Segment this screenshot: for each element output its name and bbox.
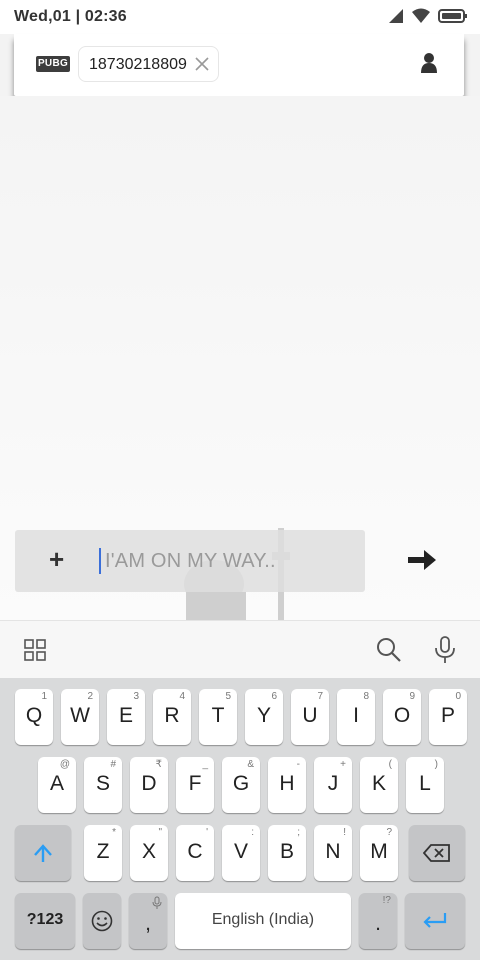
- space-key[interactable]: English (India): [175, 893, 351, 949]
- key-y[interactable]: 6Y: [245, 689, 283, 745]
- comma-key[interactable]: ,: [129, 893, 167, 949]
- mic-hint-icon: [152, 896, 162, 909]
- pubg-logo: PUBG: [36, 56, 70, 72]
- keyboard: 1Q 2W 3E 4R 5T 6Y 7U 8I 9O 0P @ A # S ₹ D _…: [0, 678, 480, 960]
- microphone-icon[interactable]: [434, 636, 456, 664]
- key-s[interactable]: # S: [84, 757, 122, 813]
- key-p[interactable]: 0P: [429, 689, 467, 745]
- shift-arrow-icon: [34, 844, 52, 862]
- signal-icon: [389, 9, 403, 23]
- send-arrow-icon[interactable]: [406, 547, 438, 573]
- key-c[interactable]: ' C: [176, 825, 214, 881]
- key-k[interactable]: (K: [360, 757, 398, 813]
- key-w[interactable]: 2W: [61, 689, 99, 745]
- key-r[interactable]: 4R: [153, 689, 191, 745]
- shift-key[interactable]: [15, 825, 71, 881]
- key-i[interactable]: 8I: [337, 689, 375, 745]
- key-n[interactable]: ! N: [314, 825, 352, 881]
- close-icon[interactable]: [194, 56, 210, 72]
- key-m[interactable]: ? M: [360, 825, 398, 881]
- recipient-chip-label: 18730218809: [89, 56, 187, 73]
- key-d[interactable]: ₹ D: [130, 757, 168, 813]
- backspace-key[interactable]: [409, 825, 465, 881]
- battery-icon: [438, 9, 467, 23]
- message-compose-bar: + I'AM ON MY WAY..: [15, 530, 365, 592]
- keyboard-toolbar: [0, 620, 480, 678]
- key-o[interactable]: 9O: [383, 689, 421, 745]
- key-t[interactable]: 5T: [199, 689, 237, 745]
- enter-icon: [423, 913, 447, 928]
- key-f[interactable]: _ F: [176, 757, 214, 813]
- text-cursor: [99, 548, 101, 574]
- apps-grid-icon[interactable]: [24, 639, 46, 661]
- add-button[interactable]: +: [49, 546, 64, 572]
- app-header: PUBG 18730218809: [14, 34, 464, 96]
- key-e[interactable]: 3E: [107, 689, 145, 745]
- wifi-icon: [412, 8, 430, 23]
- symbols-key[interactable]: ?123: [15, 893, 75, 949]
- emoji-key[interactable]: [83, 893, 121, 949]
- key-l[interactable]: ) L: [406, 757, 444, 813]
- key-a[interactable]: @ A: [38, 757, 76, 813]
- message-input[interactable]: I'AM ON MY WAY..: [105, 550, 276, 573]
- key-b[interactable]: ; B: [268, 825, 306, 881]
- key-v[interactable]: :V: [222, 825, 260, 881]
- key-j[interactable]: + J: [314, 757, 352, 813]
- search-icon[interactable]: [376, 637, 402, 663]
- backspace-icon: [423, 844, 450, 862]
- smiley-icon: [91, 910, 113, 932]
- profile-icon[interactable]: [420, 52, 438, 74]
- enter-key[interactable]: [405, 893, 465, 949]
- key-h[interactable]: -H: [268, 757, 306, 813]
- key-g[interactable]: & G: [222, 757, 260, 813]
- status-icons: [388, 8, 468, 24]
- status-bar: Wed,01 | 02:36: [0, 0, 480, 34]
- status-time: Wed,01 | 02:36: [14, 8, 127, 25]
- key-z[interactable]: * Z: [84, 825, 122, 881]
- recipient-chip[interactable]: 18730218809: [78, 46, 219, 82]
- key-q[interactable]: 1Q: [15, 689, 53, 745]
- period-key[interactable]: !?.: [359, 893, 397, 949]
- key-u[interactable]: 7U: [291, 689, 329, 745]
- key-x[interactable]: " X: [130, 825, 168, 881]
